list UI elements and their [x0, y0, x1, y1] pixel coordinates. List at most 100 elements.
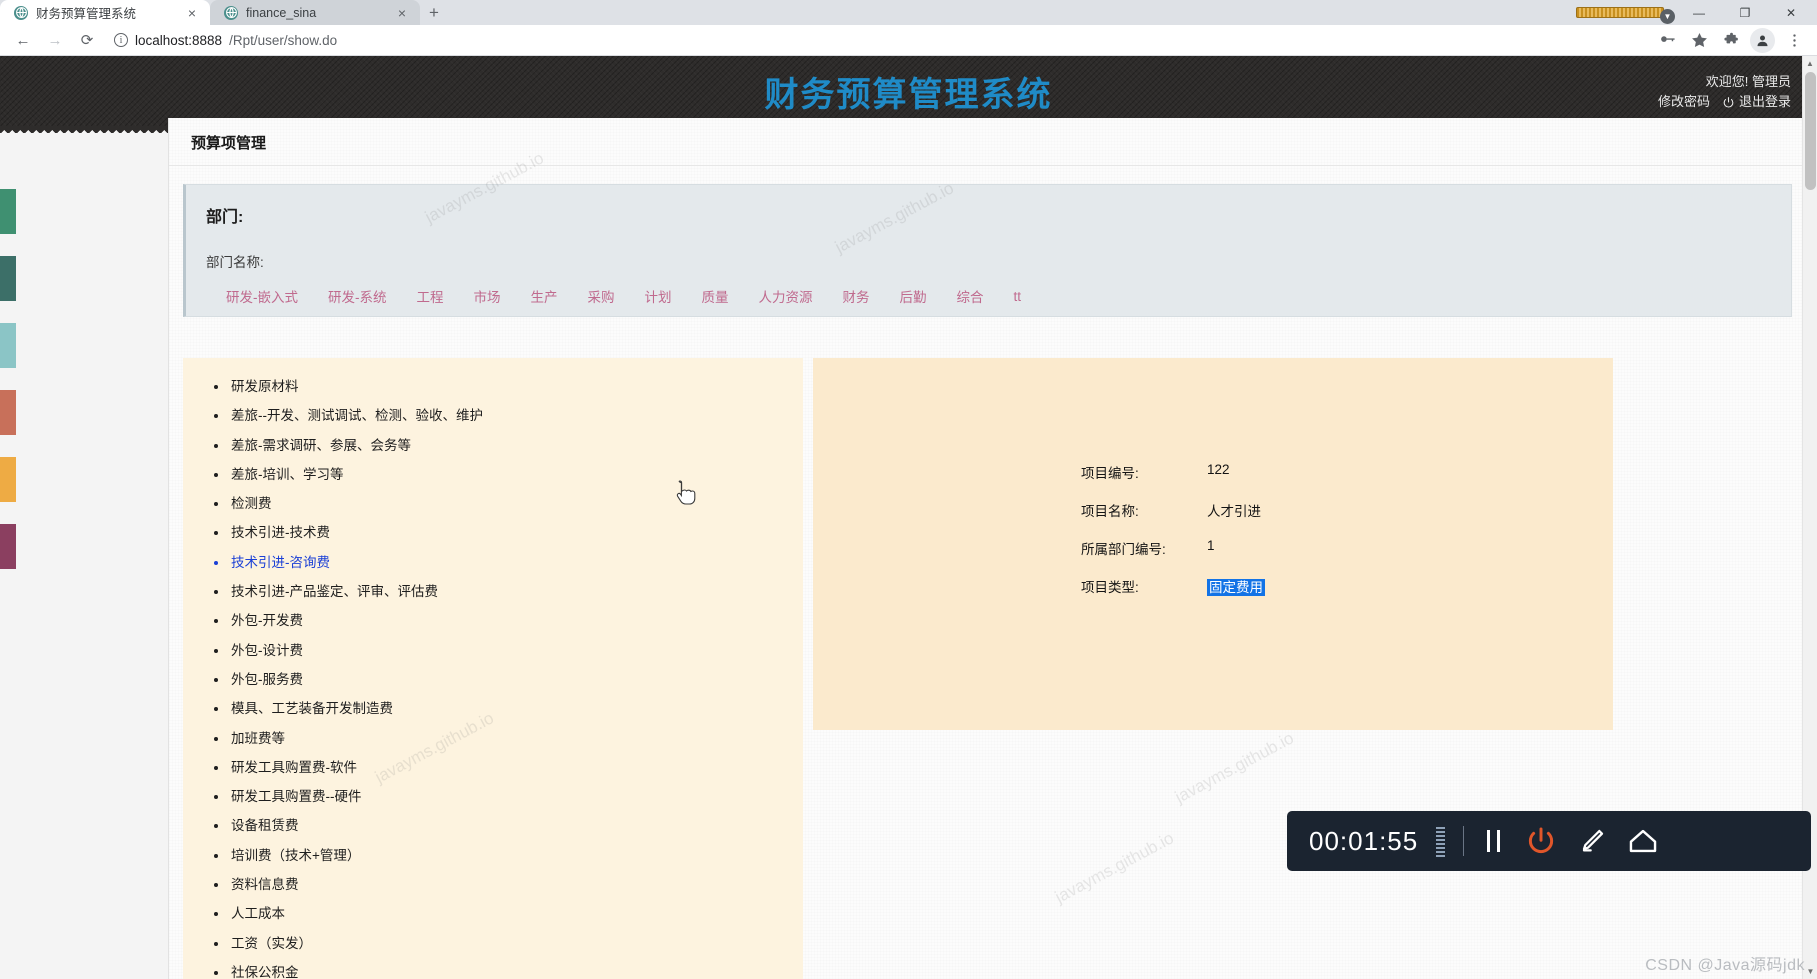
address-bar-host: localhost:8888	[135, 32, 223, 48]
detail-label: 项目编号:	[1081, 466, 1139, 481]
list-item-selected[interactable]: 技术引进-咨询费	[229, 548, 803, 577]
download-progress-bar	[1576, 7, 1664, 18]
browser-tab-title: 财务预算管理系统	[36, 7, 137, 21]
detail-row-project-name: 项目名称: 人才引进	[1081, 500, 1265, 538]
dept-link-4[interactable]: 生产	[531, 286, 558, 306]
dept-link-12[interactable]: tt	[1014, 289, 1022, 304]
key-icon[interactable]	[1654, 27, 1680, 53]
detail-value: 122	[1207, 462, 1230, 477]
department-links: 研发-嵌入式 研发-系统 工程 市场 生产 采购 计划 质量 人力资源 财务 后…	[186, 271, 1791, 306]
list-item[interactable]: 研发工具购置费-软件	[229, 753, 803, 782]
swatch-4[interactable]	[0, 457, 16, 502]
window-minimize-button[interactable]: —	[1677, 0, 1721, 25]
window-maximize-button[interactable]: ❐	[1723, 0, 1767, 25]
list-item[interactable]: 差旅--开发、测试调试、检测、验收、维护	[229, 401, 803, 430]
dept-link-6[interactable]: 计划	[645, 286, 672, 306]
list-item[interactable]: 人工成本	[229, 899, 803, 928]
page-title: 财务预算管理系统	[764, 75, 1053, 114]
detail-table: 项目编号: 122 项目名称: 人才引进 所属部门编号: 1 项目类型: 固定费…	[1081, 462, 1265, 614]
address-bar-path: /Rpt/user/show.do	[229, 32, 338, 48]
list-item[interactable]: 研发工具购置费--硬件	[229, 782, 803, 811]
list-item[interactable]: 资料信息费	[229, 870, 803, 899]
extensions-puzzle-icon[interactable]	[1718, 27, 1744, 53]
list-item[interactable]: 技术引进-技术费	[229, 518, 803, 547]
window-extra-area: ▼ — ❐ ✕	[1576, 0, 1817, 25]
list-item[interactable]: 差旅-需求调研、参展、会务等	[229, 431, 803, 460]
audio-level-meter-icon	[1436, 825, 1446, 857]
detail-label: 项目名称:	[1081, 504, 1139, 519]
close-icon[interactable]: ×	[394, 5, 410, 21]
dept-link-10[interactable]: 后勤	[900, 286, 927, 306]
profile-avatar-icon[interactable]	[1750, 27, 1775, 53]
reload-icon[interactable]: ⟳	[74, 27, 100, 53]
home-icon[interactable]	[1626, 824, 1660, 858]
swatch-5[interactable]	[0, 524, 16, 569]
dept-link-0[interactable]: 研发-嵌入式	[226, 286, 298, 306]
dept-link-9[interactable]: 财务	[843, 286, 870, 306]
back-icon[interactable]: ←	[10, 27, 36, 53]
list-item[interactable]: 工资（实发）	[229, 929, 803, 958]
browser-toolbar: ← → ⟳ i localhost:8888/Rpt/user/show.do	[0, 25, 1817, 56]
list-item[interactable]: 社保公积金	[229, 958, 803, 979]
page-heading: 预算项管理	[169, 118, 1806, 166]
scrollbar-thumb[interactable]	[1805, 72, 1816, 190]
swatch-0[interactable]	[0, 189, 16, 234]
power-icon	[1723, 96, 1734, 108]
pause-icon[interactable]	[1482, 826, 1506, 856]
toolbar-divider	[1463, 826, 1465, 856]
dept-link-3[interactable]: 市场	[474, 286, 501, 306]
screen-root: 财务预算管理系统 × finance_sina × + ▼ — ❐ ✕ ← → …	[0, 0, 1817, 979]
welcome-text: 欢迎您!	[1705, 74, 1749, 89]
close-icon[interactable]: ×	[184, 5, 200, 21]
dept-link-1[interactable]: 研发-系统	[328, 286, 387, 306]
app-header: 财务预算管理系统 欢迎您! 管理员 修改密码 退出登录	[0, 56, 1817, 126]
list-item[interactable]: 模具、工艺装备开发制造费	[229, 694, 803, 723]
dept-link-2[interactable]: 工程	[417, 286, 444, 306]
forward-icon[interactable]: →	[42, 27, 68, 53]
list-item[interactable]: 外包-服务费	[229, 665, 803, 694]
list-item[interactable]: 研发原材料	[229, 372, 803, 401]
list-item[interactable]: 设备租赁费	[229, 811, 803, 840]
change-password-link[interactable]: 修改密码	[1658, 92, 1710, 112]
dept-link-7[interactable]: 质量	[702, 286, 729, 306]
list-item[interactable]: 检测费	[229, 489, 803, 518]
site-info-icon[interactable]: i	[114, 33, 128, 47]
list-item[interactable]: 外包-设计费	[229, 636, 803, 665]
swatch-2[interactable]	[0, 323, 16, 368]
list-item[interactable]: 外包-开发费	[229, 606, 803, 635]
browser-tab-1[interactable]: finance_sina ×	[210, 0, 420, 25]
list-item[interactable]: 差旅-培训、学习等	[229, 460, 803, 489]
swatch-3[interactable]	[0, 390, 16, 435]
scroll-up-icon[interactable]: ▲	[1803, 56, 1817, 71]
list-item[interactable]: 培训费（技术+管理）	[229, 841, 803, 870]
header-actions: 修改密码 退出登录	[1658, 92, 1791, 112]
dept-link-11[interactable]: 综合	[957, 286, 984, 306]
stop-power-icon[interactable]	[1524, 824, 1558, 858]
browser-tabstrip: 财务预算管理系统 × finance_sina × + ▼ — ❐ ✕	[0, 0, 1817, 25]
content-panes: 研发原材料 差旅--开发、测试调试、检测、验收、维护 差旅-需求调研、参展、会务…	[183, 358, 1793, 979]
detail-value: 1	[1207, 538, 1215, 553]
address-bar[interactable]: i localhost:8888/Rpt/user/show.do	[106, 29, 1648, 51]
three-dot-menu-icon[interactable]	[1781, 27, 1807, 53]
budget-item-detail-pane: 项目编号: 122 项目名称: 人才引进 所属部门编号: 1 项目类型: 固定费…	[813, 358, 1613, 730]
detail-value-selected: 固定费用	[1207, 579, 1265, 596]
screen-recorder-toolbar: 00:01:55	[1287, 811, 1811, 871]
download-indicator-icon[interactable]: ▼	[1660, 9, 1675, 24]
list-item[interactable]: 技术引进-产品鉴定、评审、评估费	[229, 577, 803, 606]
list-item[interactable]: 加班费等	[229, 724, 803, 753]
scroll-down-icon[interactable]: ▼	[1803, 964, 1817, 979]
logout-button[interactable]: 退出登录	[1722, 92, 1791, 112]
pen-edit-icon[interactable]	[1576, 825, 1608, 857]
window-close-button[interactable]: ✕	[1769, 0, 1813, 25]
new-tab-button[interactable]: +	[420, 0, 448, 25]
browser-tab-title: finance_sina	[246, 5, 317, 20]
detail-row-project-type: 项目类型: 固定费用	[1081, 576, 1265, 614]
logout-link[interactable]: 退出登录	[1739, 92, 1791, 112]
dept-link-5[interactable]: 采购	[588, 286, 615, 306]
globe-icon	[224, 5, 238, 20]
dept-link-8[interactable]: 人力资源	[759, 286, 813, 306]
department-panel: 部门: 部门名称: 研发-嵌入式 研发-系统 工程 市场 生产 采购 计划 质量…	[183, 184, 1792, 317]
swatch-1[interactable]	[0, 256, 16, 301]
browser-tab-0[interactable]: 财务预算管理系统 ×	[0, 0, 210, 25]
bookmark-star-icon[interactable]	[1686, 27, 1712, 53]
